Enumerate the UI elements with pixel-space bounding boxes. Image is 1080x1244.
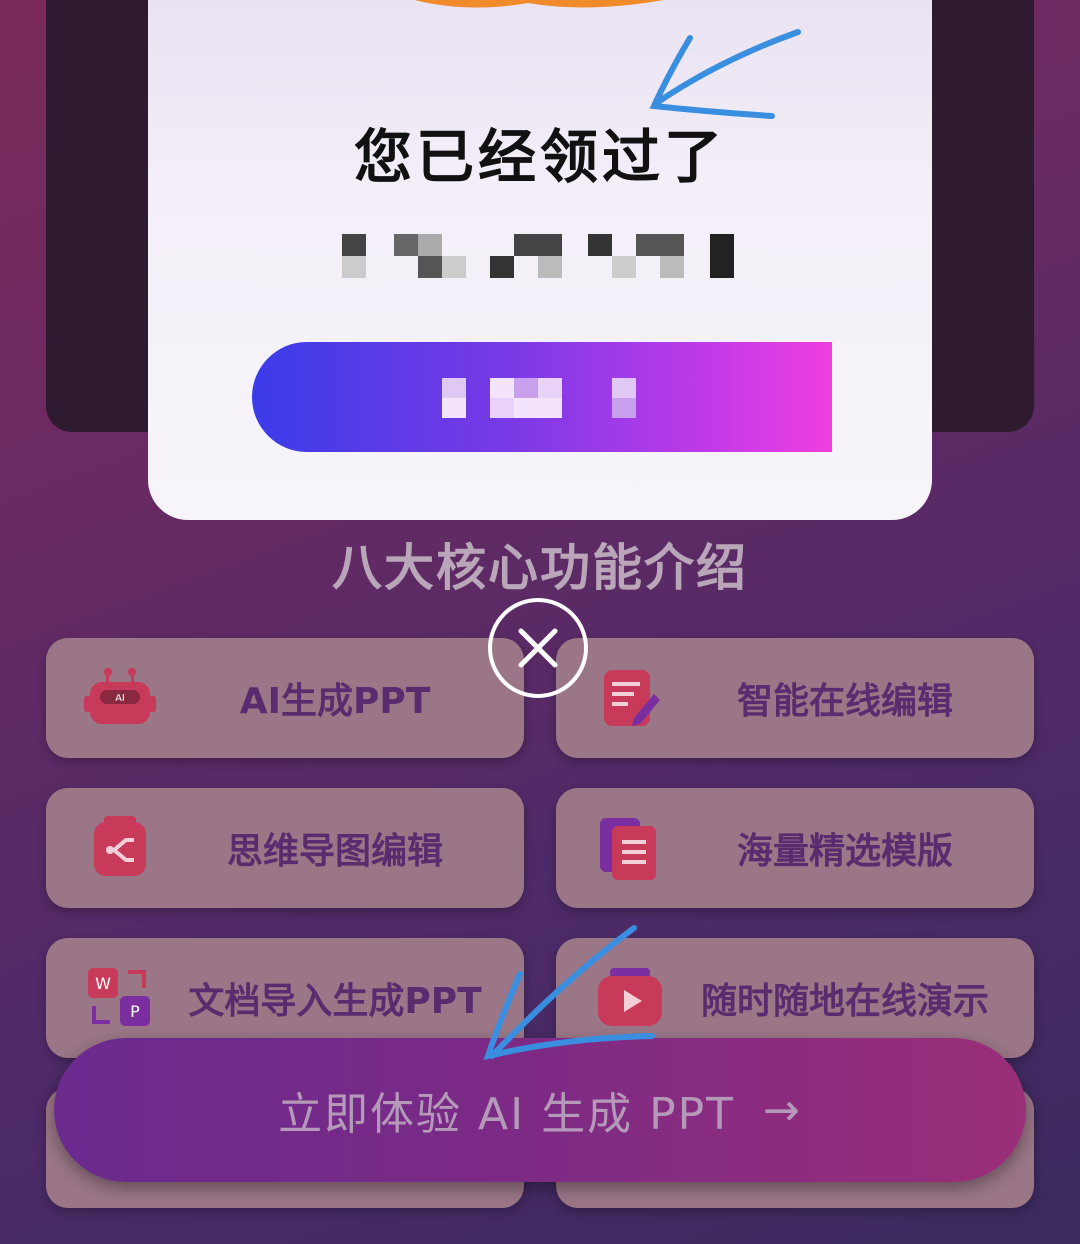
mindmap-icon [94, 816, 146, 876]
feature-card-online-edit[interactable]: 智能在线编辑 [556, 638, 1034, 758]
feature-label: 智能在线编辑 [736, 681, 953, 722]
censored-text-block [342, 234, 734, 278]
close-modal-button[interactable] [488, 598, 588, 698]
feature-label: 海量精选模版 [736, 831, 953, 872]
feature-card-mindmap[interactable]: 思维导图编辑 [46, 788, 524, 908]
word-to-ppt-icon: W P [88, 968, 150, 1026]
cat-ears-decoration [414, 0, 664, 8]
feature-card-templates[interactable]: 海量精选模版 [556, 788, 1034, 908]
close-icon [518, 628, 558, 668]
annotation-arrow-bottom [483, 925, 655, 1061]
cta-label: 立即体验 AI 生成 PPT [278, 1089, 736, 1140]
robot-ai-icon: AI [84, 668, 156, 724]
feature-card-ai-ppt[interactable]: AI AI生成PPT [46, 638, 524, 758]
feature-label: 思维导图编辑 [226, 831, 443, 872]
arrow-right-icon: → [763, 1084, 802, 1136]
censored-button-text [442, 378, 636, 418]
svg-text:P: P [130, 1002, 140, 1021]
feature-label: AI生成PPT [239, 681, 431, 722]
section-title: 八大核心功能介绍 [332, 539, 748, 597]
annotation-arrow-top [649, 29, 801, 119]
edit-document-icon [604, 670, 660, 726]
modal-action-button[interactable] [252, 342, 832, 452]
svg-text:AI: AI [115, 693, 125, 704]
templates-icon [600, 818, 656, 880]
svg-text:W: W [95, 974, 111, 993]
